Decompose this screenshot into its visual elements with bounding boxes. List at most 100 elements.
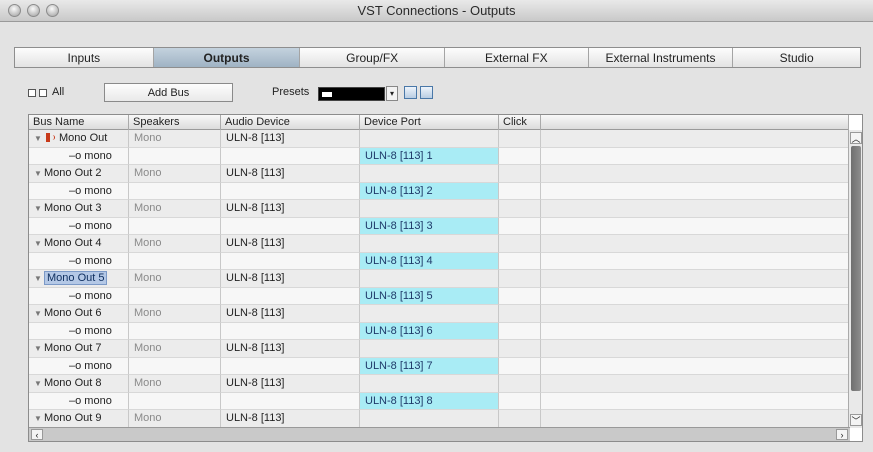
bus-name[interactable]: Mono Out (59, 132, 107, 144)
bus-name-cell[interactable]: ▼ Mono Out 8 (29, 375, 129, 393)
device-port-value[interactable]: ULN-8 [113] 5 (360, 287, 499, 305)
speakers-cell[interactable]: Mono (129, 270, 221, 288)
click-cell[interactable] (499, 305, 541, 323)
table-row-channel[interactable]: –o mono ULN-8 [113] 6 (29, 322, 849, 340)
add-bus-button[interactable]: Add Bus (104, 83, 233, 102)
channel-name-cell[interactable]: –o mono (29, 357, 129, 375)
expand-triangle-icon[interactable]: ▼ (34, 306, 44, 322)
store-preset-icon[interactable] (404, 86, 417, 99)
expand-triangle-icon[interactable]: ▼ (34, 201, 44, 217)
device-port-value[interactable]: ULN-8 [113] 7 (360, 357, 499, 375)
device-port-value[interactable]: ULN-8 [113] 1 (360, 147, 499, 165)
device-port-cell[interactable] (360, 200, 499, 218)
bus-name-cell[interactable]: ▼ Mono Out 9 (29, 410, 129, 428)
presets-select[interactable] (318, 87, 385, 101)
click-cell[interactable] (499, 130, 541, 148)
channel-name-cell[interactable]: –o mono (29, 217, 129, 235)
speakers-cell[interactable]: Mono (129, 410, 221, 428)
click-cell[interactable] (499, 270, 541, 288)
remove-preset-icon[interactable] (420, 86, 433, 99)
device-port-value[interactable]: ULN-8 [113] 2 (360, 182, 499, 200)
bus-name[interactable]: Mono Out 9 (44, 412, 101, 424)
column-header-bus-name[interactable]: Bus Name (29, 115, 129, 130)
column-header-audio-device[interactable]: Audio Device (221, 115, 360, 130)
horizontal-scrollbar[interactable]: ‹ › (29, 427, 850, 441)
click-cell[interactable] (499, 375, 541, 393)
audio-device-cell[interactable]: ULN-8 [113] (221, 130, 360, 148)
bus-name-cell[interactable]: ▼ Mono Out 4 (29, 235, 129, 253)
device-port-cell[interactable] (360, 375, 499, 393)
device-port-cell[interactable] (360, 410, 499, 428)
table-row-channel[interactable]: –o mono ULN-8 [113] 8 (29, 392, 849, 410)
bus-name-cell[interactable]: ▼ Mono Out (29, 130, 129, 148)
device-port-cell[interactable] (360, 305, 499, 323)
device-port-value[interactable]: ULN-8 [113] 4 (360, 252, 499, 270)
tab-group-fx[interactable]: Group/FX (300, 48, 445, 67)
channel-click-cell[interactable] (499, 147, 541, 165)
vertical-scrollbar[interactable]: ︿ ﹀ (848, 130, 862, 428)
device-port-cell[interactable] (360, 270, 499, 288)
click-cell[interactable] (499, 340, 541, 358)
channel-click-cell[interactable] (499, 252, 541, 270)
speakers-cell[interactable]: Mono (129, 305, 221, 323)
speakers-cell[interactable]: Mono (129, 235, 221, 253)
bus-name-cell[interactable]: ▼ Mono Out 7 (29, 340, 129, 358)
tab-inputs[interactable]: Inputs (15, 48, 154, 67)
bus-name[interactable]: Mono Out 8 (44, 377, 101, 389)
device-port-cell[interactable] (360, 340, 499, 358)
click-cell[interactable] (499, 410, 541, 428)
expand-triangle-icon[interactable]: ▼ (34, 236, 44, 252)
table-row[interactable]: ▼ Mono Out 3 Mono ULN-8 [113] (29, 200, 849, 218)
tab-studio[interactable]: Studio (733, 48, 860, 67)
bus-name[interactable]: Mono Out 5 (44, 271, 108, 285)
device-port-value[interactable]: ULN-8 [113] 8 (360, 392, 499, 410)
column-header-device-port[interactable]: Device Port (360, 115, 499, 130)
speakers-cell[interactable]: Mono (129, 130, 221, 148)
channel-name-cell[interactable]: –o mono (29, 287, 129, 305)
scroll-down-icon[interactable]: ﹀ (850, 414, 862, 426)
tab-outputs[interactable]: Outputs (153, 48, 301, 67)
tab-external-instruments[interactable]: External Instruments (589, 48, 734, 67)
bus-name-cell[interactable]: ▼ Mono Out 2 (29, 165, 129, 183)
table-row[interactable]: ▼ Mono Out 5 Mono ULN-8 [113] (29, 270, 849, 288)
bus-name[interactable]: Mono Out 7 (44, 342, 101, 354)
device-port-value[interactable]: ULN-8 [113] 6 (360, 322, 499, 340)
click-cell[interactable] (499, 235, 541, 253)
collapse-all-icon[interactable] (39, 89, 47, 97)
speakers-cell[interactable]: Mono (129, 165, 221, 183)
audio-device-cell[interactable]: ULN-8 [113] (221, 270, 360, 288)
channel-name-cell[interactable]: –o mono (29, 182, 129, 200)
expand-triangle-icon[interactable]: ▼ (34, 271, 44, 287)
channel-click-cell[interactable] (499, 357, 541, 375)
device-port-cell[interactable] (360, 235, 499, 253)
table-row[interactable]: ▼ Mono Out 4 Mono ULN-8 [113] (29, 235, 849, 253)
expand-triangle-icon[interactable]: ▼ (34, 131, 44, 147)
presets-dropdown-icon[interactable]: ▾ (386, 86, 398, 101)
bus-name-cell[interactable]: ▼ Mono Out 5 (29, 270, 129, 288)
table-row-channel[interactable]: –o mono ULN-8 [113] 1 (29, 147, 849, 165)
audio-device-cell[interactable]: ULN-8 [113] (221, 340, 360, 358)
audio-device-cell[interactable]: ULN-8 [113] (221, 165, 360, 183)
audio-device-cell[interactable]: ULN-8 [113] (221, 410, 360, 428)
audio-device-cell[interactable]: ULN-8 [113] (221, 235, 360, 253)
expand-triangle-icon[interactable]: ▼ (34, 166, 44, 182)
table-row-channel[interactable]: –o mono ULN-8 [113] 3 (29, 217, 849, 235)
table-row[interactable]: ▼ Mono Out 9 Mono ULN-8 [113] (29, 410, 849, 428)
bus-name[interactable]: Mono Out 6 (44, 307, 101, 319)
vertical-scroll-thumb[interactable] (851, 146, 861, 391)
channel-name-cell[interactable]: –o mono (29, 252, 129, 270)
channel-name-cell[interactable]: –o mono (29, 392, 129, 410)
speakers-cell[interactable]: Mono (129, 375, 221, 393)
bus-name[interactable]: Mono Out 4 (44, 237, 101, 249)
expand-all-icon[interactable] (28, 89, 36, 97)
table-row[interactable]: ▼ Mono Out Mono ULN-8 [113] (29, 130, 849, 148)
scroll-right-icon[interactable]: › (836, 429, 848, 440)
bus-name[interactable]: Mono Out 2 (44, 167, 101, 179)
channel-name-cell[interactable]: –o mono (29, 147, 129, 165)
device-port-cell[interactable] (360, 130, 499, 148)
channel-click-cell[interactable] (499, 287, 541, 305)
column-header-click[interactable]: Click (499, 115, 541, 130)
click-cell[interactable] (499, 200, 541, 218)
table-row-channel[interactable]: –o mono ULN-8 [113] 7 (29, 357, 849, 375)
click-cell[interactable] (499, 165, 541, 183)
